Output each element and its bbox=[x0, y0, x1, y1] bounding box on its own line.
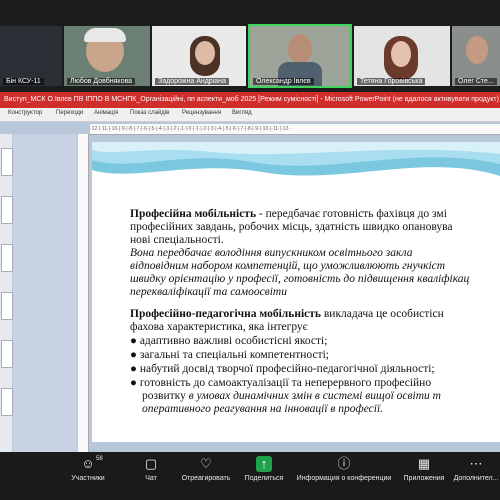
participant-name: Олег Сте... bbox=[455, 78, 497, 85]
meeting-toolbar: ☺ 58 Участники ▢ Чат ♡ Отреагировать ↑ П… bbox=[0, 452, 500, 500]
text-line: розвитку в умовах динамічних змін в сист… bbox=[142, 390, 441, 402]
participant-strip: Бін КСУ-11 Любов Довбнякова Задорожна Ан… bbox=[0, 0, 500, 92]
participants-count: 58 bbox=[96, 456, 103, 462]
slide-thumbnail[interactable] bbox=[1, 292, 13, 320]
text-line: Професійна мобільність - передбачає гото… bbox=[130, 208, 500, 221]
bullet-item: ● адаптивно важливі особистісні якості; bbox=[130, 335, 328, 347]
info-icon: ⓘ bbox=[337, 456, 351, 471]
tab-view[interactable]: Вигляд bbox=[232, 110, 252, 116]
chat-button[interactable]: ▢ Чат bbox=[136, 456, 166, 482]
participant-tile-active-speaker[interactable]: Олександр Івлєв bbox=[248, 24, 352, 88]
participant-tile[interactable]: Любов Довбнякова bbox=[64, 26, 150, 86]
slide-thumbnails-panel[interactable] bbox=[0, 134, 13, 452]
term-ped-mobility: Професійно-педагогічна мобільність bbox=[130, 308, 321, 320]
tab-slideshow[interactable]: Показ слайдів bbox=[130, 110, 169, 116]
participant-tile[interactable]: Тетяна Горовівська bbox=[354, 26, 450, 86]
more-button[interactable]: ⋯ Дополнител... bbox=[452, 456, 500, 482]
vertical-ruler bbox=[78, 134, 89, 452]
more-icon: ⋯ bbox=[469, 456, 483, 471]
bullet-item: ● загальні та спеціальні компетентності; bbox=[130, 349, 329, 361]
bullet-icon: ● bbox=[130, 363, 140, 375]
text-line: оперативного реагування на інновації в п… bbox=[142, 403, 384, 415]
bullet-icon: ● bbox=[130, 335, 140, 347]
react-button[interactable]: ♡ Отреагировать bbox=[176, 456, 236, 482]
text-span: - передбачає готовність фахівця до змі bbox=[256, 208, 447, 220]
slide-body-text: Професійна мобільність - передбачає гото… bbox=[92, 142, 500, 442]
bullet-item: ● набутий досвід творчої професійно-педа… bbox=[130, 363, 435, 375]
tab-transitions[interactable]: Переходи bbox=[56, 110, 83, 116]
participant-tile[interactable]: Бін КСУ-11 bbox=[0, 26, 62, 86]
tab-review[interactable]: Рецензування bbox=[182, 110, 221, 116]
share-icon: ↑ bbox=[256, 456, 272, 472]
text-line: перекваліфікації та самоосвіти bbox=[130, 286, 287, 298]
text-line: нові спеціальності. bbox=[130, 234, 224, 246]
slide-thumbnail[interactable] bbox=[1, 244, 13, 272]
participant-name: Задорожна Андріана bbox=[155, 78, 229, 85]
react-icon: ♡ bbox=[200, 456, 212, 471]
slide-thumbnail[interactable] bbox=[1, 388, 13, 416]
horizontal-ruler: ·12·|·11·|·10·|·9·|·8·|·7·|·6·|·5·|·4·|·… bbox=[90, 124, 500, 135]
term-professional-mobility: Професійна мобільність bbox=[130, 208, 257, 220]
participant-video bbox=[391, 41, 411, 67]
tab-design[interactable]: Конструктор bbox=[8, 110, 42, 116]
participant-name: Тетяна Горовівська bbox=[357, 78, 426, 85]
ribbon-tabs: Конструктор Переходи Анімація Показ слай… bbox=[0, 108, 500, 122]
slide-thumbnail[interactable] bbox=[1, 196, 13, 224]
participant-video bbox=[466, 36, 488, 64]
share-button[interactable]: ↑ Поделиться bbox=[240, 456, 288, 482]
slide-canvas[interactable]: Професійна мобільність - передбачає гото… bbox=[92, 142, 500, 442]
apps-button[interactable]: ▦ Приложения bbox=[402, 456, 446, 482]
apps-icon: ▦ bbox=[417, 456, 431, 471]
participant-name: Бін КСУ-11 bbox=[3, 78, 44, 85]
text-line: Професійно-педагогічна мобільність викла… bbox=[130, 308, 500, 321]
participant-tile[interactable]: Олег Сте... bbox=[452, 26, 500, 86]
text-line: швидку орієнтацію у професії, готовність… bbox=[130, 273, 470, 285]
participant-name: Любов Довбнякова bbox=[67, 78, 135, 85]
slide-thumbnail[interactable] bbox=[1, 148, 13, 176]
meeting-info-button[interactable]: ⓘ Информация о конференции bbox=[294, 456, 394, 482]
bullet-item: ● готовність до самоактуалізації та непе… bbox=[130, 377, 432, 389]
slide-pane-gap bbox=[13, 134, 77, 452]
text-line: професійних завдань, робочих місць, здат… bbox=[130, 221, 453, 233]
participants-button[interactable]: ☺ 58 Участники bbox=[62, 456, 114, 482]
text-line: фахова характеристика, яка інтегрує bbox=[130, 321, 308, 333]
participants-icon: ☺ bbox=[81, 456, 95, 471]
powerpoint-title-bar: Виступ_МСК О.Івлєв ПВ ІППО В МСНПК_Орган… bbox=[0, 92, 500, 108]
text-span: викладача це особистісн bbox=[320, 308, 444, 320]
participant-tile[interactable]: Задорожна Андріана bbox=[152, 26, 246, 86]
bullet-icon: ● bbox=[130, 377, 140, 389]
tab-animation[interactable]: Анімація bbox=[94, 110, 118, 116]
bullet-icon: ● bbox=[130, 349, 140, 361]
text-line: Вона передбачає володіння випускником ос… bbox=[130, 247, 413, 259]
text-line: відповідним набором компетенцій, що умож… bbox=[130, 260, 446, 272]
participant-video bbox=[288, 34, 312, 64]
slide-thumbnail[interactable] bbox=[1, 340, 13, 368]
participant-name: Олександр Івлєв bbox=[253, 78, 314, 85]
chat-icon: ▢ bbox=[144, 456, 158, 471]
